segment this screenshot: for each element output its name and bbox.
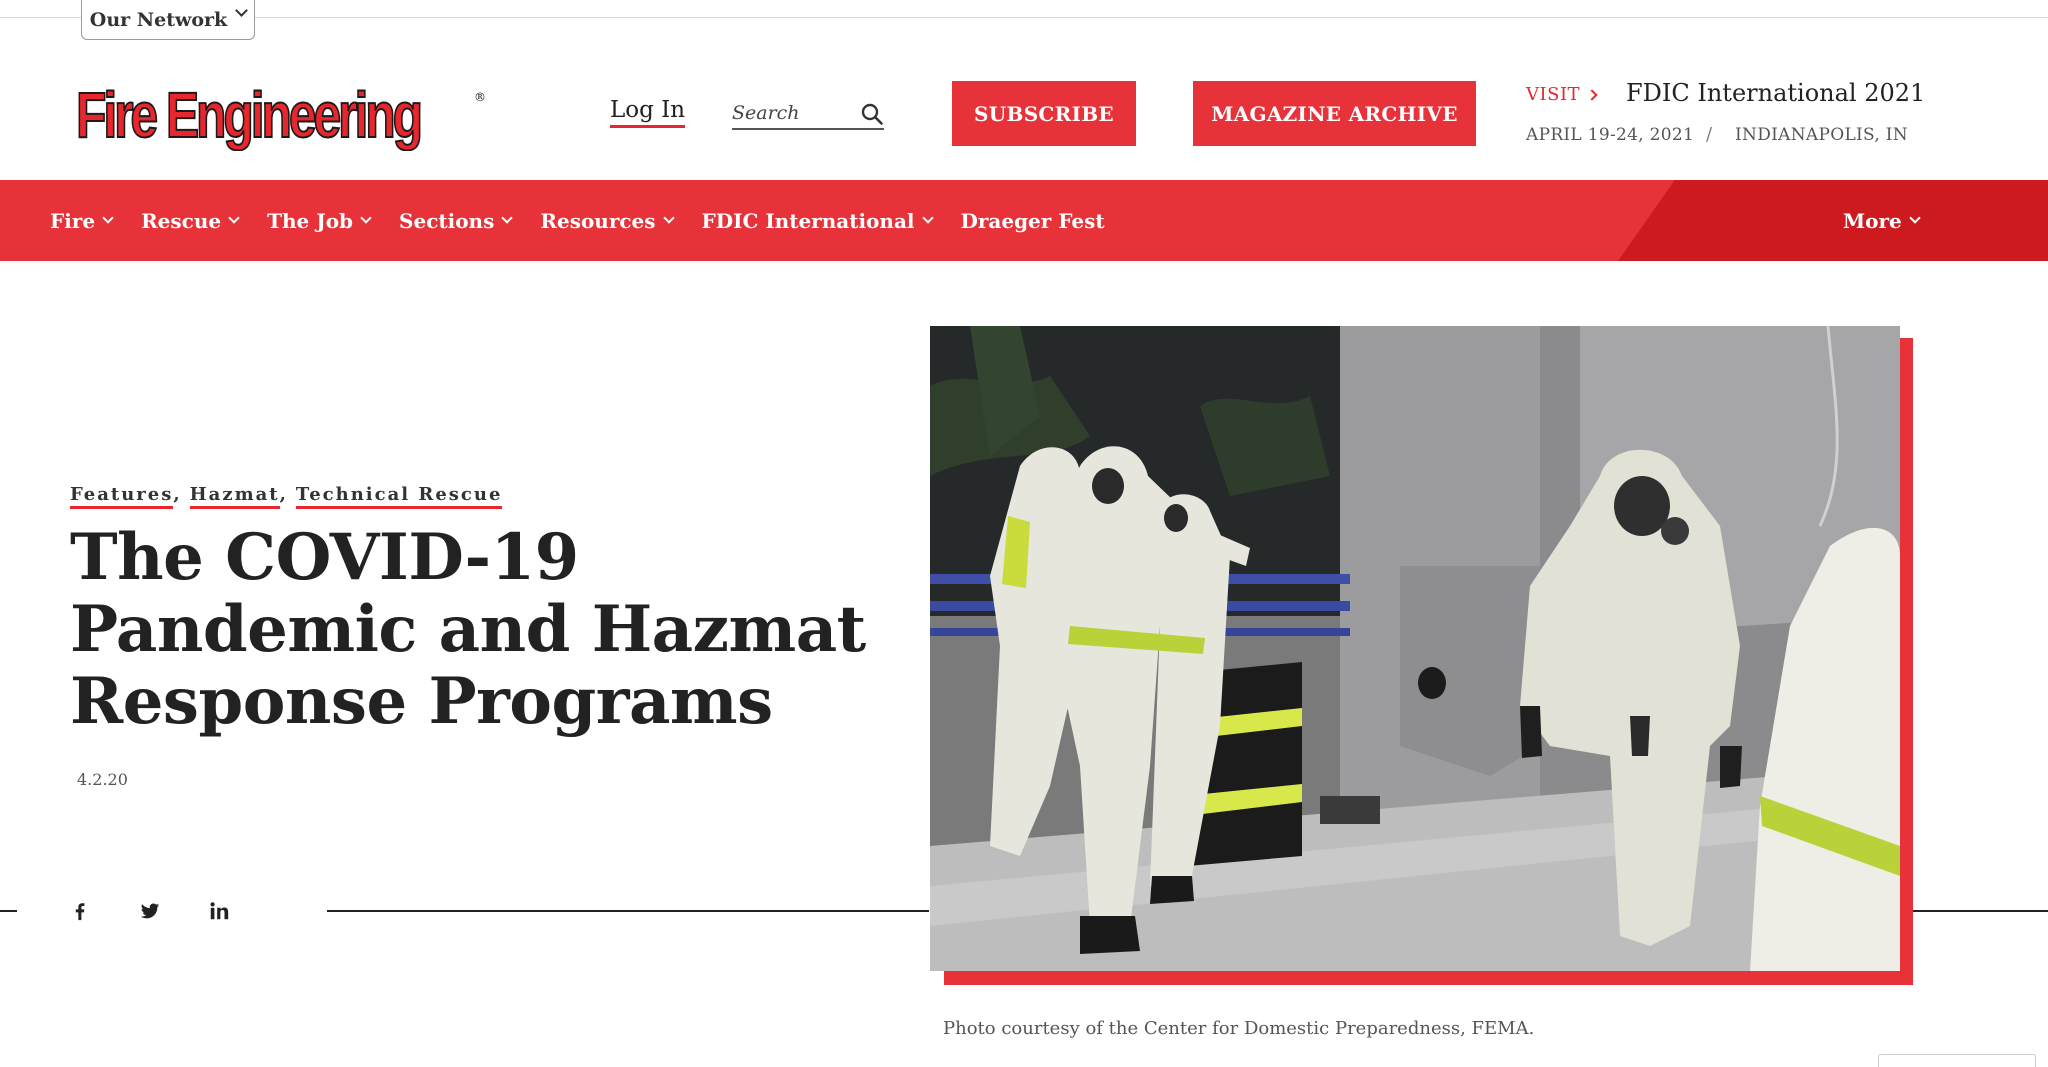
chevron-down-icon — [921, 211, 934, 224]
hazmat-team-illustration — [930, 326, 1900, 971]
site-logo[interactable]: Fire Engineering ® — [75, 72, 486, 158]
twitter-share-button[interactable] — [135, 896, 165, 926]
tag-technical-rescue[interactable]: Technical Rescue — [295, 484, 503, 509]
tag-hazmat[interactable]: Hazmat — [189, 484, 280, 509]
nav-label: FDIC International — [701, 208, 915, 233]
divider — [327, 910, 929, 912]
nav-label: Fire — [50, 208, 96, 233]
nav-label: Resources — [540, 208, 656, 233]
tag-separator: , — [279, 484, 288, 505]
chevron-down-icon — [1909, 211, 1921, 224]
main-nav: Fire Rescue The Job Sections Resources F… — [0, 180, 2048, 261]
chevron-down-icon — [501, 211, 514, 224]
chevron-down-icon — [235, 4, 249, 17]
our-network-dropdown[interactable]: Our Network — [81, 0, 255, 40]
event-title[interactable]: FDIC International 2021 — [1626, 79, 1925, 107]
nav-item-fdic-international[interactable]: FDIC International — [701, 208, 934, 233]
divider — [1912, 910, 2048, 912]
tag-features[interactable]: Features — [70, 484, 174, 509]
nav-item-rescue[interactable]: Rescue — [141, 208, 240, 233]
article-tags: Features , Hazmat , Technical Rescue — [70, 484, 503, 509]
chevron-down-icon — [662, 211, 675, 224]
article-title: The COVID-19 Pandemic and Hazmat Respons… — [70, 520, 866, 739]
nav-more-menu[interactable]: More — [1843, 180, 1921, 261]
nav-item-sections[interactable]: Sections — [399, 208, 514, 233]
chevron-down-icon — [360, 211, 372, 224]
visit-event-link[interactable]: VISIT — [1526, 84, 1598, 105]
article-date: 4.2.20 — [77, 770, 128, 789]
search-icon[interactable] — [860, 102, 884, 126]
event-date: APRIL 19-24, 2021 — [1526, 125, 1695, 145]
event-separator: / — [1706, 124, 1713, 145]
nav-more-label: More — [1843, 208, 1902, 233]
nav-label: Rescue — [141, 208, 222, 233]
nav-label: Draeger Fest — [960, 208, 1105, 233]
nav-item-the-job[interactable]: The Job — [267, 208, 372, 233]
logo-wordmark: Fire Engineering — [75, 79, 424, 151]
chevron-right-icon — [1586, 88, 1598, 101]
tag-separator: , — [173, 484, 182, 505]
facebook-icon — [75, 903, 85, 921]
our-network-label: Our Network — [89, 9, 228, 31]
image-caption: Photo courtesy of the Center for Domesti… — [943, 1018, 1535, 1039]
event-location: INDIANAPOLIS, IN — [1735, 125, 1908, 145]
search-input[interactable] — [732, 98, 862, 128]
visit-label: VISIT — [1526, 84, 1581, 105]
twitter-icon — [140, 903, 160, 919]
chevron-down-icon — [228, 211, 240, 224]
registered-mark: ® — [474, 90, 486, 104]
linkedin-icon — [210, 902, 229, 920]
divider — [0, 910, 17, 912]
login-link[interactable]: Log In — [610, 97, 686, 128]
article-hero-image — [930, 326, 1900, 971]
magazine-archive-button[interactable]: MAGAZINE ARCHIVE — [1193, 81, 1476, 146]
nav-item-draeger-fest[interactable]: Draeger Fest — [961, 209, 1105, 233]
facebook-share-button[interactable] — [65, 896, 95, 926]
nav-items: Fire Rescue The Job Sections Resources F… — [50, 180, 1134, 261]
linkedin-share-button[interactable] — [204, 896, 234, 926]
corner-widget[interactable] — [1878, 1054, 2036, 1067]
nav-label: The Job — [267, 208, 354, 233]
nav-item-resources[interactable]: Resources — [540, 208, 675, 233]
network-strip — [0, 0, 2048, 18]
nav-accent-panel — [1618, 180, 2048, 261]
nav-label: Sections — [399, 208, 495, 233]
chevron-down-icon — [102, 211, 114, 224]
nav-item-fire[interactable]: Fire — [50, 208, 114, 233]
subscribe-button[interactable]: SUBSCRIBE — [952, 81, 1136, 146]
